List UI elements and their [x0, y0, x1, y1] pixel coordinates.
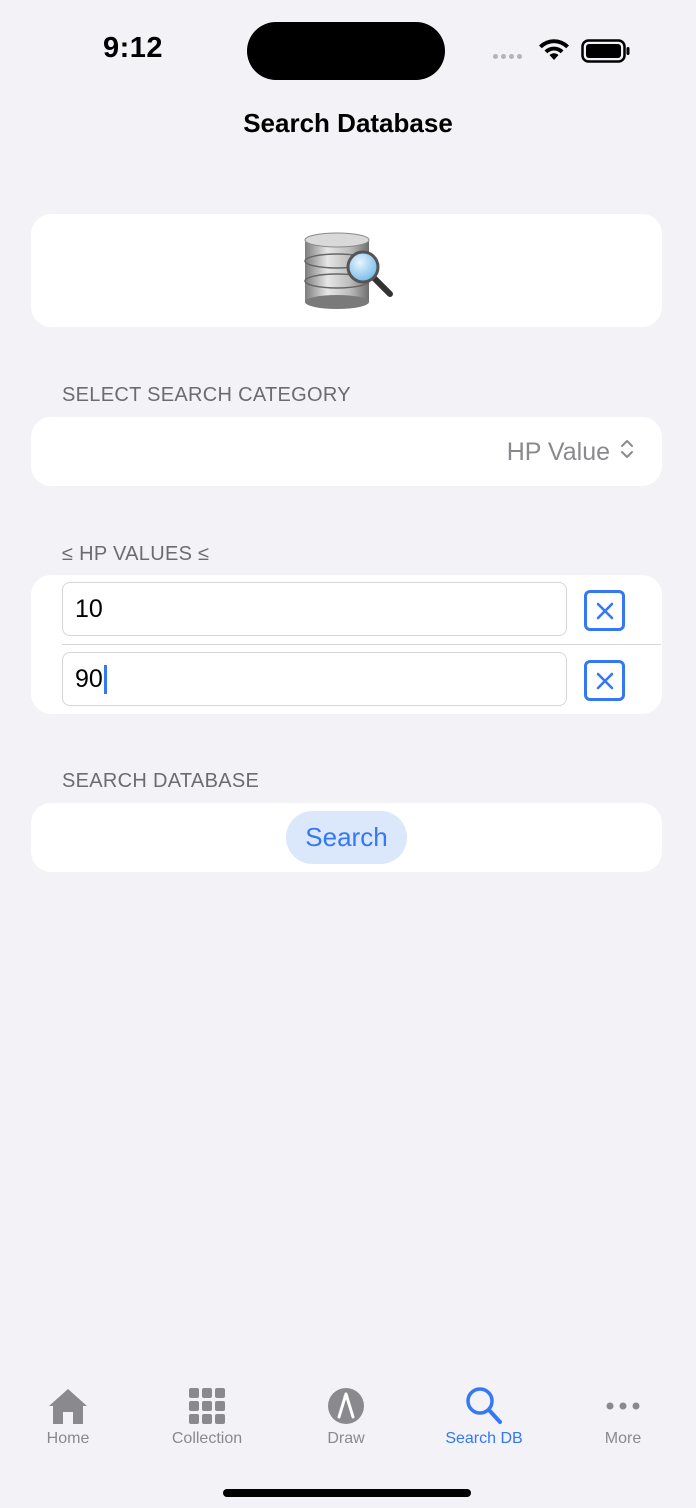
dynamic-island [247, 22, 445, 80]
magnifier-icon [465, 1386, 503, 1426]
tab-draw-label: Draw [327, 1430, 365, 1447]
compass-icon [327, 1386, 365, 1426]
category-picker-value: HP Value [506, 438, 610, 466]
tab-collection[interactable]: Collection [147, 1386, 267, 1448]
tab-more-label: More [604, 1430, 642, 1447]
clear-max-button[interactable] [584, 660, 625, 701]
page-title: Search Database [243, 108, 453, 138]
grid-icon [188, 1386, 226, 1426]
clear-min-button[interactable] [584, 590, 625, 631]
x-icon [596, 602, 613, 619]
text-caret [103, 664, 107, 694]
category-picker[interactable]: HP Value [507, 438, 634, 467]
status-time: 9:12 [103, 32, 164, 64]
search-button[interactable]: Search [286, 811, 407, 864]
tab-collection-label: Collection [171, 1430, 243, 1447]
home-indicator[interactable] [223, 1489, 471, 1497]
x-icon [596, 672, 613, 689]
tab-more[interactable]: More [563, 1386, 683, 1448]
tab-search-db[interactable]: Search DB [424, 1386, 544, 1448]
hp-min-value: 10 [75, 594, 103, 623]
category-section-header: SELECT SEARCH CATEGORY [62, 384, 351, 406]
hp-values-section-header: ≤ HP VALUES ≤ [62, 543, 210, 565]
tab-home[interactable]: Home [8, 1386, 128, 1448]
chevron-up-down-icon [620, 438, 634, 467]
row-separator [62, 644, 661, 645]
wifi-icon [537, 38, 571, 67]
database-search-icon [300, 230, 395, 315]
cellular-signal-icon [493, 54, 522, 59]
hp-max-field[interactable]: 90 [62, 652, 567, 706]
tab-search-db-label: Search DB [445, 1430, 523, 1447]
ellipsis-icon [605, 1386, 641, 1426]
search-section-header: SEARCH DATABASE [62, 770, 260, 792]
battery-icon [581, 39, 631, 68]
tab-draw[interactable]: Draw [286, 1386, 406, 1448]
house-icon [46, 1386, 90, 1426]
tab-home-label: Home [46, 1430, 90, 1447]
hp-max-value: 90 [75, 664, 103, 693]
hp-min-field[interactable]: 10 [62, 582, 567, 636]
